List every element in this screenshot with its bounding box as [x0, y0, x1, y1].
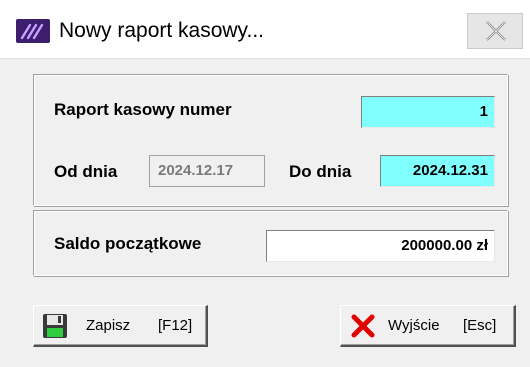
from-date-field: 2024.12.17: [149, 155, 265, 187]
exit-shortcut-label: [Esc]: [463, 317, 497, 334]
exit-button-label: Wyjście: [388, 317, 440, 334]
app-logo-icon: [16, 19, 50, 43]
report-details-panel: Raport kasowy numer 1 Od dnia 2024.12.17…: [33, 74, 508, 206]
title-bar[interactable]: Nowy raport kasowy...: [0, 0, 530, 59]
close-icon: [485, 21, 507, 41]
save-button[interactable]: Zapisz [F12]: [33, 305, 208, 347]
to-date-label: Do dnia: [289, 162, 352, 181]
to-date-field[interactable]: 2024.12.31: [380, 155, 495, 187]
opening-balance-field[interactable]: 200000.00 zł: [266, 230, 495, 262]
opening-balance-label: Saldo początkowe: [54, 234, 202, 253]
balance-panel: Saldo początkowe 200000.00 zł: [33, 210, 508, 276]
red-x-icon: [350, 313, 376, 339]
report-number-label: Raport kasowy numer: [54, 100, 232, 119]
from-date-label: Od dnia: [54, 162, 118, 181]
save-shortcut-label: [F12]: [158, 317, 193, 334]
exit-button[interactable]: Wyjście [Esc]: [340, 305, 516, 347]
save-button-label: Zapisz: [86, 317, 131, 334]
window-title: Nowy raport kasowy...: [59, 19, 265, 42]
close-button[interactable]: [467, 13, 523, 49]
dialog-window: Nowy raport kasowy... Raport kasowy nume…: [0, 0, 530, 367]
report-number-field[interactable]: 1: [361, 96, 495, 128]
floppy-disk-icon: [42, 313, 68, 339]
